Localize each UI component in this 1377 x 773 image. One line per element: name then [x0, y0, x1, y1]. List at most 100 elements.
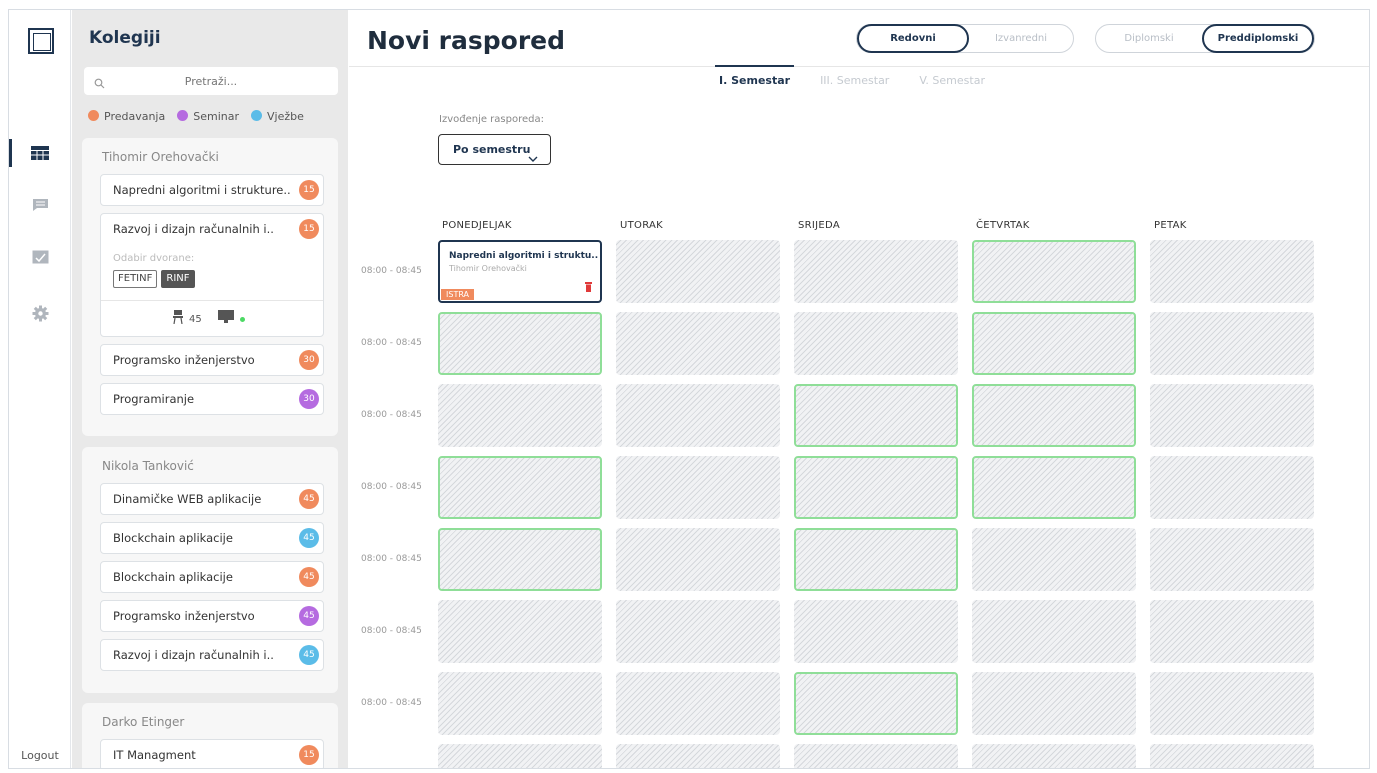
slot-cell[interactable]	[1150, 384, 1314, 447]
page-title: Novi raspored	[367, 26, 565, 55]
search-input[interactable]	[84, 74, 338, 88]
tab-semester-3[interactable]: III. Semestar	[820, 74, 889, 87]
room-chip-rinf[interactable]: RINF	[161, 270, 195, 288]
slot-cell[interactable]	[972, 600, 1136, 663]
booked-teacher: Tihomir Orehovački	[449, 264, 527, 273]
slot-cell[interactable]	[616, 456, 780, 519]
time-label: 08:00 - 08:45	[361, 626, 422, 636]
available-slot[interactable]	[438, 456, 602, 519]
hours-badge: 30	[299, 389, 319, 409]
app-logo	[28, 28, 54, 54]
slot-cell[interactable]	[1150, 312, 1314, 375]
legend-vjezbe: Vježbe	[251, 110, 304, 123]
settings-gear-icon[interactable]	[9, 295, 71, 331]
search-box[interactable]	[84, 67, 338, 95]
schedule-mode-select[interactable]: Po semestru	[438, 134, 551, 165]
slot-cell[interactable]	[794, 744, 958, 768]
slot-cell[interactable]	[972, 528, 1136, 591]
available-slot[interactable]	[972, 456, 1136, 519]
hours-badge: 45	[299, 528, 319, 548]
available-slot[interactable]	[972, 240, 1136, 303]
teacher-group: Nikola Tanković Dinamičke WEB aplikacije…	[82, 447, 338, 693]
slot-cell[interactable]	[1150, 600, 1314, 663]
study-level-toggle: Diplomski Preddiplomski	[1095, 24, 1315, 53]
hours-badge: 15	[299, 219, 319, 239]
schedule-nav-icon[interactable]	[9, 135, 71, 171]
time-label: 08:00 - 08:45	[361, 338, 422, 348]
available-slot[interactable]	[794, 528, 958, 591]
slot-cell[interactable]	[438, 600, 602, 663]
slot-cell[interactable]	[1150, 744, 1314, 768]
course-item[interactable]: Blockchain aplikacije 45	[100, 561, 324, 593]
slot-cell[interactable]	[794, 600, 958, 663]
courses-sidebar: Kolegiji Predavanja Seminar Vježbe Tihom…	[72, 10, 348, 768]
course-item[interactable]: Programiranje 30	[100, 383, 324, 415]
slot-cell[interactable]	[438, 744, 602, 768]
tasks-nav-icon[interactable]	[9, 239, 71, 275]
available-slot[interactable]	[794, 456, 958, 519]
slot-cell[interactable]	[616, 672, 780, 735]
slot-cell[interactable]	[438, 672, 602, 735]
hours-badge: 30	[299, 350, 319, 370]
slot-cell[interactable]	[972, 672, 1136, 735]
available-slot[interactable]	[794, 672, 958, 735]
legend-seminar: Seminar	[177, 110, 239, 123]
hours-badge: 15	[299, 180, 319, 200]
slot-cell[interactable]	[616, 600, 780, 663]
course-item[interactable]: Dinamičke WEB aplikacije 45	[100, 483, 324, 515]
slot-cell[interactable]	[616, 240, 780, 303]
available-slot[interactable]	[972, 312, 1136, 375]
type-legend: Predavanja Seminar Vježbe	[88, 110, 304, 123]
slot-cell[interactable]	[972, 744, 1136, 768]
day-header: PONEDJELJAK	[442, 220, 512, 231]
slot-cell[interactable]	[794, 312, 958, 375]
slot-cell[interactable]	[1150, 672, 1314, 735]
course-item[interactable]: Programsko inženjerstvo 30	[100, 344, 324, 376]
available-slot[interactable]	[794, 384, 958, 447]
slot-cell[interactable]	[616, 312, 780, 375]
hours-badge: 45	[299, 645, 319, 665]
slot-cell[interactable]	[438, 384, 602, 447]
slot-cell[interactable]	[1150, 456, 1314, 519]
available-slot[interactable]	[438, 528, 602, 591]
chair-icon	[173, 310, 183, 329]
course-item[interactable]: Napredni algoritmi i strukture.. 15	[100, 174, 324, 206]
available-slot[interactable]	[438, 312, 602, 375]
slot-cell[interactable]	[616, 384, 780, 447]
booked-slot[interactable]: Napredni algoritmi i struktu.. Tihomir Or…	[438, 240, 602, 303]
room-chip-fetinf[interactable]: FETINF	[113, 270, 158, 288]
course-item[interactable]: Blockchain aplikacije 45	[100, 522, 324, 554]
course-item[interactable]: Programsko inženjerstvo 45	[100, 600, 324, 632]
tab-semester-5[interactable]: V. Semestar	[919, 74, 985, 87]
toggle-redovni[interactable]: Redovni	[857, 24, 969, 53]
available-slot[interactable]	[972, 384, 1136, 447]
course-item[interactable]: Razvoj i dizajn računalnih i.. 45	[100, 639, 324, 671]
schedule-mode-label: Izvođenje rasporeda:	[439, 114, 544, 125]
hours-badge: 45	[299, 489, 319, 509]
slot-cell[interactable]	[1150, 528, 1314, 591]
course-item[interactable]: IT Managment 15	[100, 739, 324, 768]
location-tag: ISTRA	[441, 289, 475, 300]
logout-link[interactable]: Logout	[9, 749, 71, 762]
slot-cell[interactable]	[794, 240, 958, 303]
slot-cell[interactable]	[1150, 240, 1314, 303]
sidebar-title: Kolegiji	[89, 28, 161, 48]
hours-badge: 45	[299, 567, 319, 587]
course-item-expanded[interactable]: Razvoj i dizajn računalnih i.. 15 Odabir…	[100, 213, 324, 337]
search-icon	[94, 74, 105, 93]
icon-rail: Logout	[9, 10, 71, 768]
day-header: PETAK	[1154, 220, 1187, 231]
teacher-name: Nikola Tanković	[102, 459, 194, 473]
day-header: UTORAK	[620, 220, 664, 231]
trash-icon[interactable]	[585, 277, 592, 296]
slot-cell[interactable]	[616, 744, 780, 768]
messages-nav-icon[interactable]	[9, 187, 71, 223]
toggle-diplomski[interactable]: Diplomski	[1096, 25, 1202, 52]
toggle-izvanredni[interactable]: Izvanredni	[969, 25, 1073, 52]
day-header: ČETVRTAK	[976, 220, 1030, 231]
semester-tabs: I. Semestar III. Semestar V. Semestar	[714, 65, 985, 87]
slot-cell[interactable]	[616, 528, 780, 591]
time-label: 08:00 - 08:45	[361, 266, 422, 276]
toggle-preddiplomski[interactable]: Preddiplomski	[1202, 24, 1314, 53]
tab-semester-1[interactable]: I. Semestar	[714, 65, 795, 87]
